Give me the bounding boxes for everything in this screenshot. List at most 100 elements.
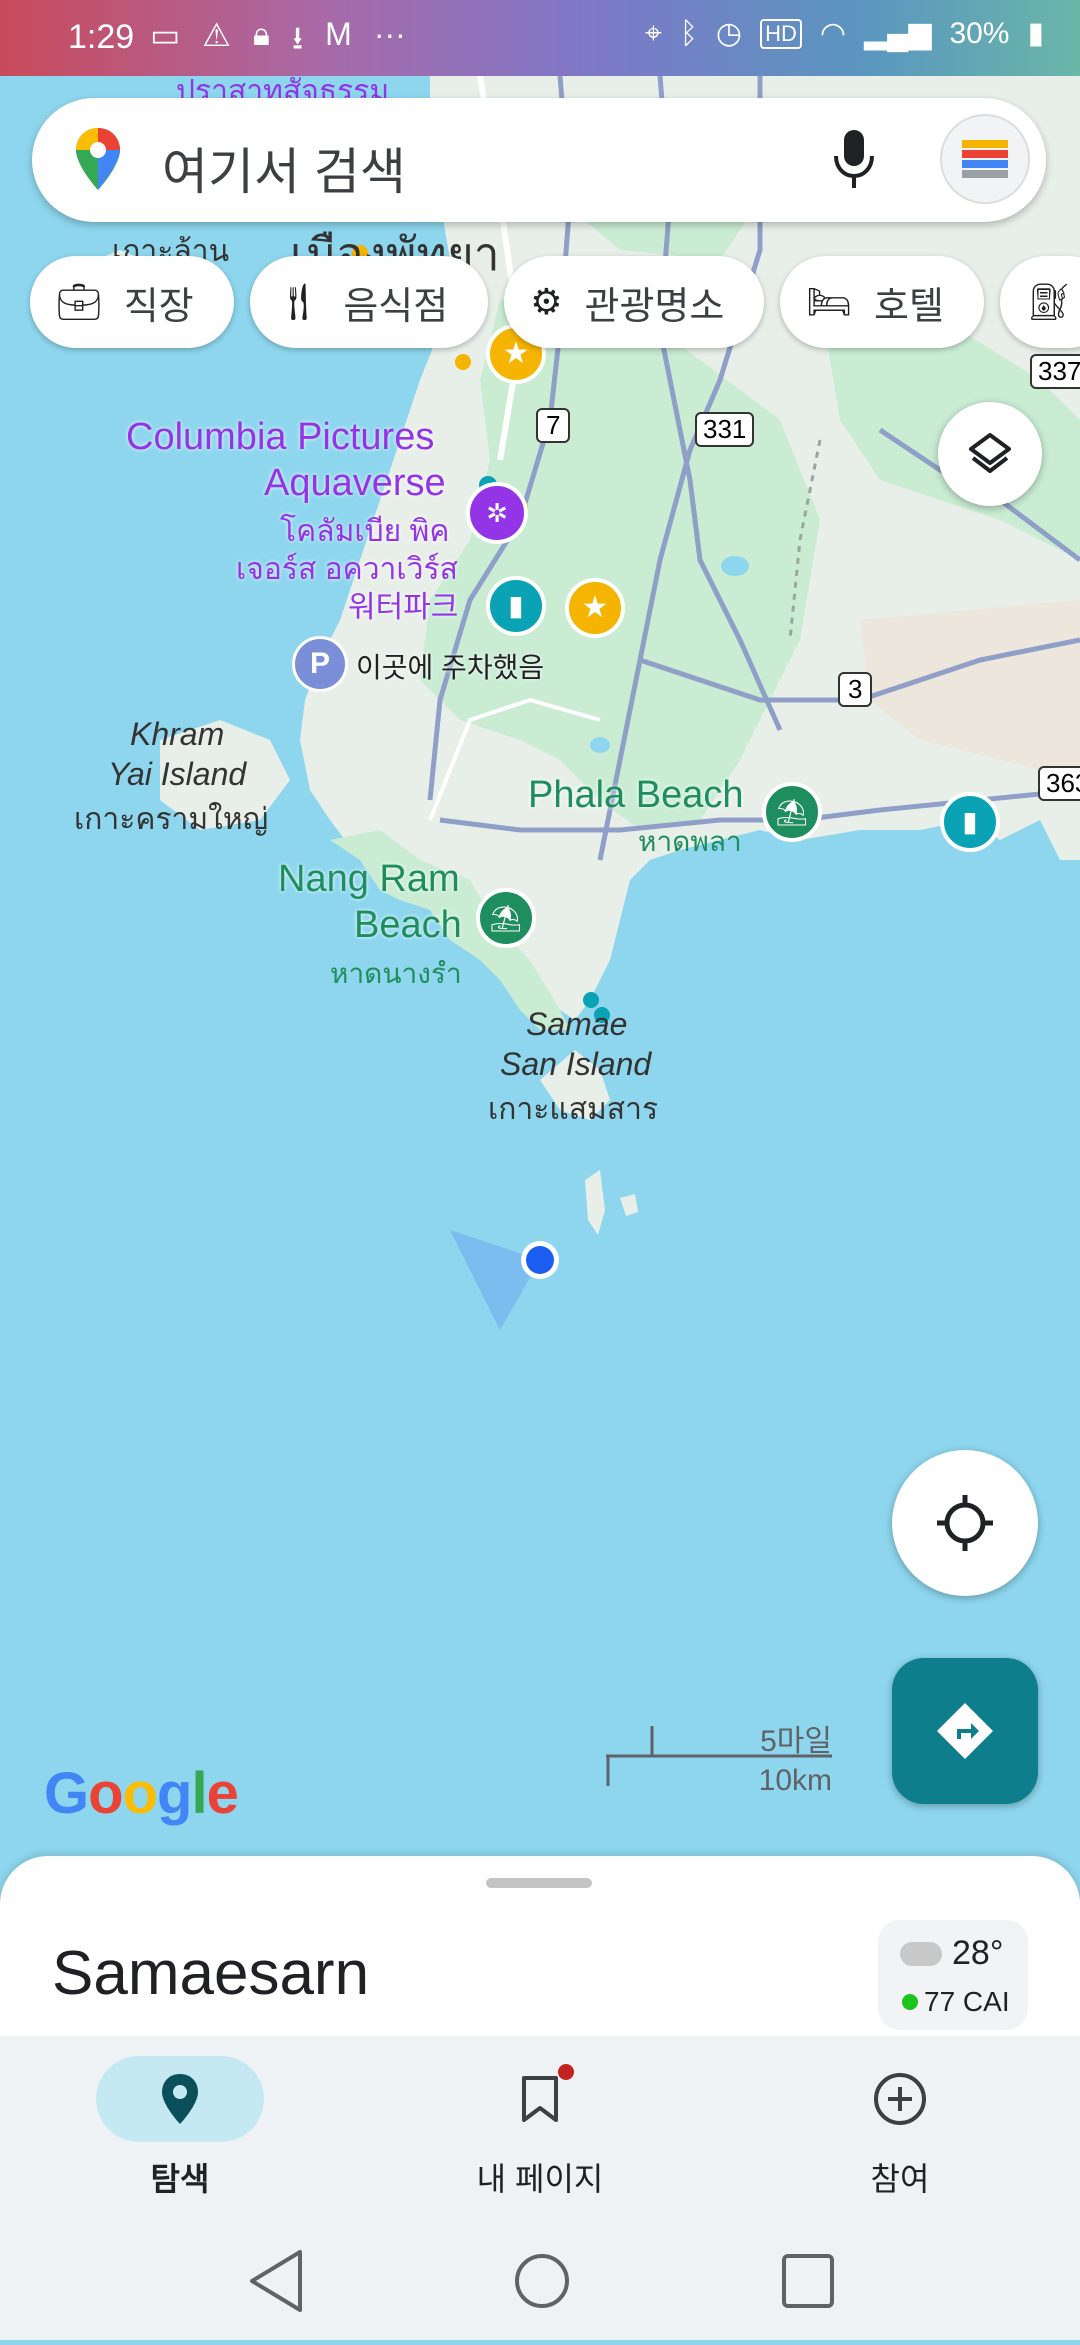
sheet-drag-handle[interactable]	[486, 1878, 592, 1888]
add-circle-icon	[874, 2073, 926, 2125]
avatar-image	[962, 140, 1008, 178]
bluetooth-icon: ᛒ	[679, 16, 698, 50]
road-shield-3375: 3375	[1030, 354, 1080, 389]
label-samae-1: Samae	[526, 1006, 628, 1042]
label-nangram-2: Beach	[354, 904, 462, 946]
restaurant-icon: 🍴︎	[275, 281, 322, 322]
status-icons-right: ⌖ ᛒ ◷ HD ◠ ▂▄▆ 30% ▮	[645, 16, 1044, 51]
signal-icon: ▂▄▆	[864, 17, 932, 50]
chip-restaurants[interactable]: 🍴︎ 음식점	[249, 256, 489, 348]
recents-button[interactable]	[763, 2240, 853, 2324]
label-columbia-th-3: 워터파크	[348, 591, 459, 624]
label-phala-en: Phala Beach	[528, 774, 744, 816]
nav-explore-label: 탐색	[150, 2161, 210, 2197]
bookmark-icon	[522, 2076, 558, 2122]
status-icons-left: ▭ ⚠ 🔒︎ ⭳ M ···	[150, 16, 406, 70]
road-shield-7: 7	[536, 408, 571, 443]
download-icon: ⭳	[291, 20, 304, 56]
beach-pin-nangram[interactable]: ⛱	[476, 888, 536, 948]
nav-contribute[interactable]: 참여	[780, 2056, 1020, 2200]
road-shield-363: 363	[1038, 766, 1080, 801]
bed-icon: 🛏︎	[806, 281, 853, 322]
nav-contribute-pill	[816, 2056, 984, 2142]
place-title: Samaesarn	[52, 1939, 370, 2008]
chip-label: 음식점	[343, 285, 449, 328]
wifi-icon: ◠	[819, 17, 847, 50]
layers-button[interactable]	[938, 402, 1042, 506]
directions-icon	[937, 1703, 993, 1759]
scale-km: 10km	[758, 1764, 832, 1797]
briefcase-icon: 💼︎	[56, 281, 102, 322]
chip-gas[interactable]: ⛽︎	[999, 256, 1080, 348]
alert-icon: ⚠	[202, 17, 231, 53]
battery-icon: ▮	[1027, 17, 1044, 50]
label-columbia-en-2: Aquaverse	[264, 462, 446, 504]
ferris-wheel-icon: ⚙	[530, 281, 563, 322]
star-pin-2[interactable]: ★	[565, 578, 625, 638]
weather-badge[interactable]: 28° 77 CAI	[878, 1920, 1028, 2030]
pin-icon	[162, 2074, 198, 2124]
layers-icon	[969, 433, 1011, 473]
back-button[interactable]	[230, 2240, 320, 2324]
category-chips: 💼︎ 직장 🍴︎ 음식점 ⚙ 관광명소 🛏︎ 호텔 ⛽︎	[30, 256, 1080, 348]
saved-place-pin-2[interactable]: ▮	[940, 792, 1000, 852]
battery-percent: 30%	[949, 16, 1010, 50]
crosshair-icon	[937, 1495, 993, 1551]
home-button[interactable]	[497, 2240, 587, 2324]
saved-place-pin-1[interactable]: ▮	[486, 576, 546, 636]
weather-aqi: 77 CAI	[924, 1986, 1010, 2017]
aquaverse-pin[interactable]: ✲	[466, 482, 528, 544]
notification-dot	[558, 2064, 574, 2080]
nav-contribute-label: 참여	[870, 2161, 930, 2197]
status-bar: 1:29 ▭ ⚠ 🔒︎ ⭳ M ··· ⌖ ᛒ ◷ HD ◠ ▂▄▆ 30% ▮	[0, 0, 1080, 76]
mic-icon[interactable]	[832, 128, 876, 192]
gas-station-icon: ⛽︎	[1025, 281, 1072, 322]
parking-pin[interactable]: P	[292, 636, 348, 692]
system-nav	[0, 2200, 1080, 2340]
label-parking: 이곳에 주차했음	[356, 652, 545, 683]
nav-my-page[interactable]: 내 페이지	[420, 2056, 660, 2200]
avatar[interactable]	[940, 114, 1030, 204]
label-phala-th: หาดพลา	[638, 826, 742, 857]
chip-label: 직장	[123, 285, 194, 328]
label-nangram-1: Nang Ram	[278, 858, 460, 900]
google-logo: Google	[44, 1761, 239, 1826]
road-shield-3: 3	[838, 672, 873, 707]
chip-hotels[interactable]: 🛏︎ 호텔	[780, 256, 984, 348]
label-samae-2: San Island	[500, 1046, 652, 1082]
chip-attractions[interactable]: ⚙ 관광명소	[504, 256, 765, 348]
nav-explore-pill	[96, 2056, 264, 2142]
label-khram-1: Khram	[130, 716, 225, 752]
map-scale: 5마일 10km	[606, 1716, 832, 1797]
nav-my-page-pill	[456, 2056, 624, 2142]
chip-label: 호텔	[874, 285, 944, 328]
gmail-icon: M	[325, 16, 352, 52]
label-samae-th: เกาะแสมสาร	[488, 1093, 659, 1126]
nav-explore[interactable]: 탐색	[60, 2056, 300, 2200]
more-icon: ···	[373, 16, 406, 52]
aqi-status-dot	[902, 1994, 918, 2010]
hd-icon: HD	[760, 18, 802, 49]
my-location-button[interactable]	[892, 1450, 1038, 1596]
nav-my-page-label: 내 페이지	[476, 2161, 604, 2197]
label-nangram-th: หาดนางรำ	[330, 958, 462, 989]
search-bar[interactable]: 여기서 검색	[32, 98, 1046, 222]
label-columbia-en-1: Columbia Pictures	[126, 416, 435, 458]
chip-label: 관광명소	[584, 285, 725, 328]
message-icon: ▭	[150, 17, 181, 53]
alarm-icon: ◷	[715, 17, 743, 50]
maps-logo-icon	[76, 128, 120, 190]
place-sheet[interactable]: Samaesarn 28° 77 CAI	[0, 1856, 1080, 2036]
label-khram-th: เกาะครามใหญ่	[74, 803, 269, 836]
lock-icon: 🔒︎	[252, 16, 270, 52]
chip-work[interactable]: 💼︎ 직장	[30, 256, 234, 348]
search-input[interactable]: 여기서 검색	[162, 132, 406, 204]
location-icon: ⌖	[644, 16, 662, 50]
road-shield-331: 331	[695, 412, 755, 447]
cloud-icon	[900, 1942, 942, 1966]
weather-temp: 28°	[952, 1934, 1004, 1972]
beach-pin-phala[interactable]: ⛱	[762, 782, 822, 842]
directions-button[interactable]	[892, 1658, 1038, 1804]
status-time: 1:29	[68, 18, 135, 56]
scale-miles: 5마일	[760, 1725, 832, 1758]
